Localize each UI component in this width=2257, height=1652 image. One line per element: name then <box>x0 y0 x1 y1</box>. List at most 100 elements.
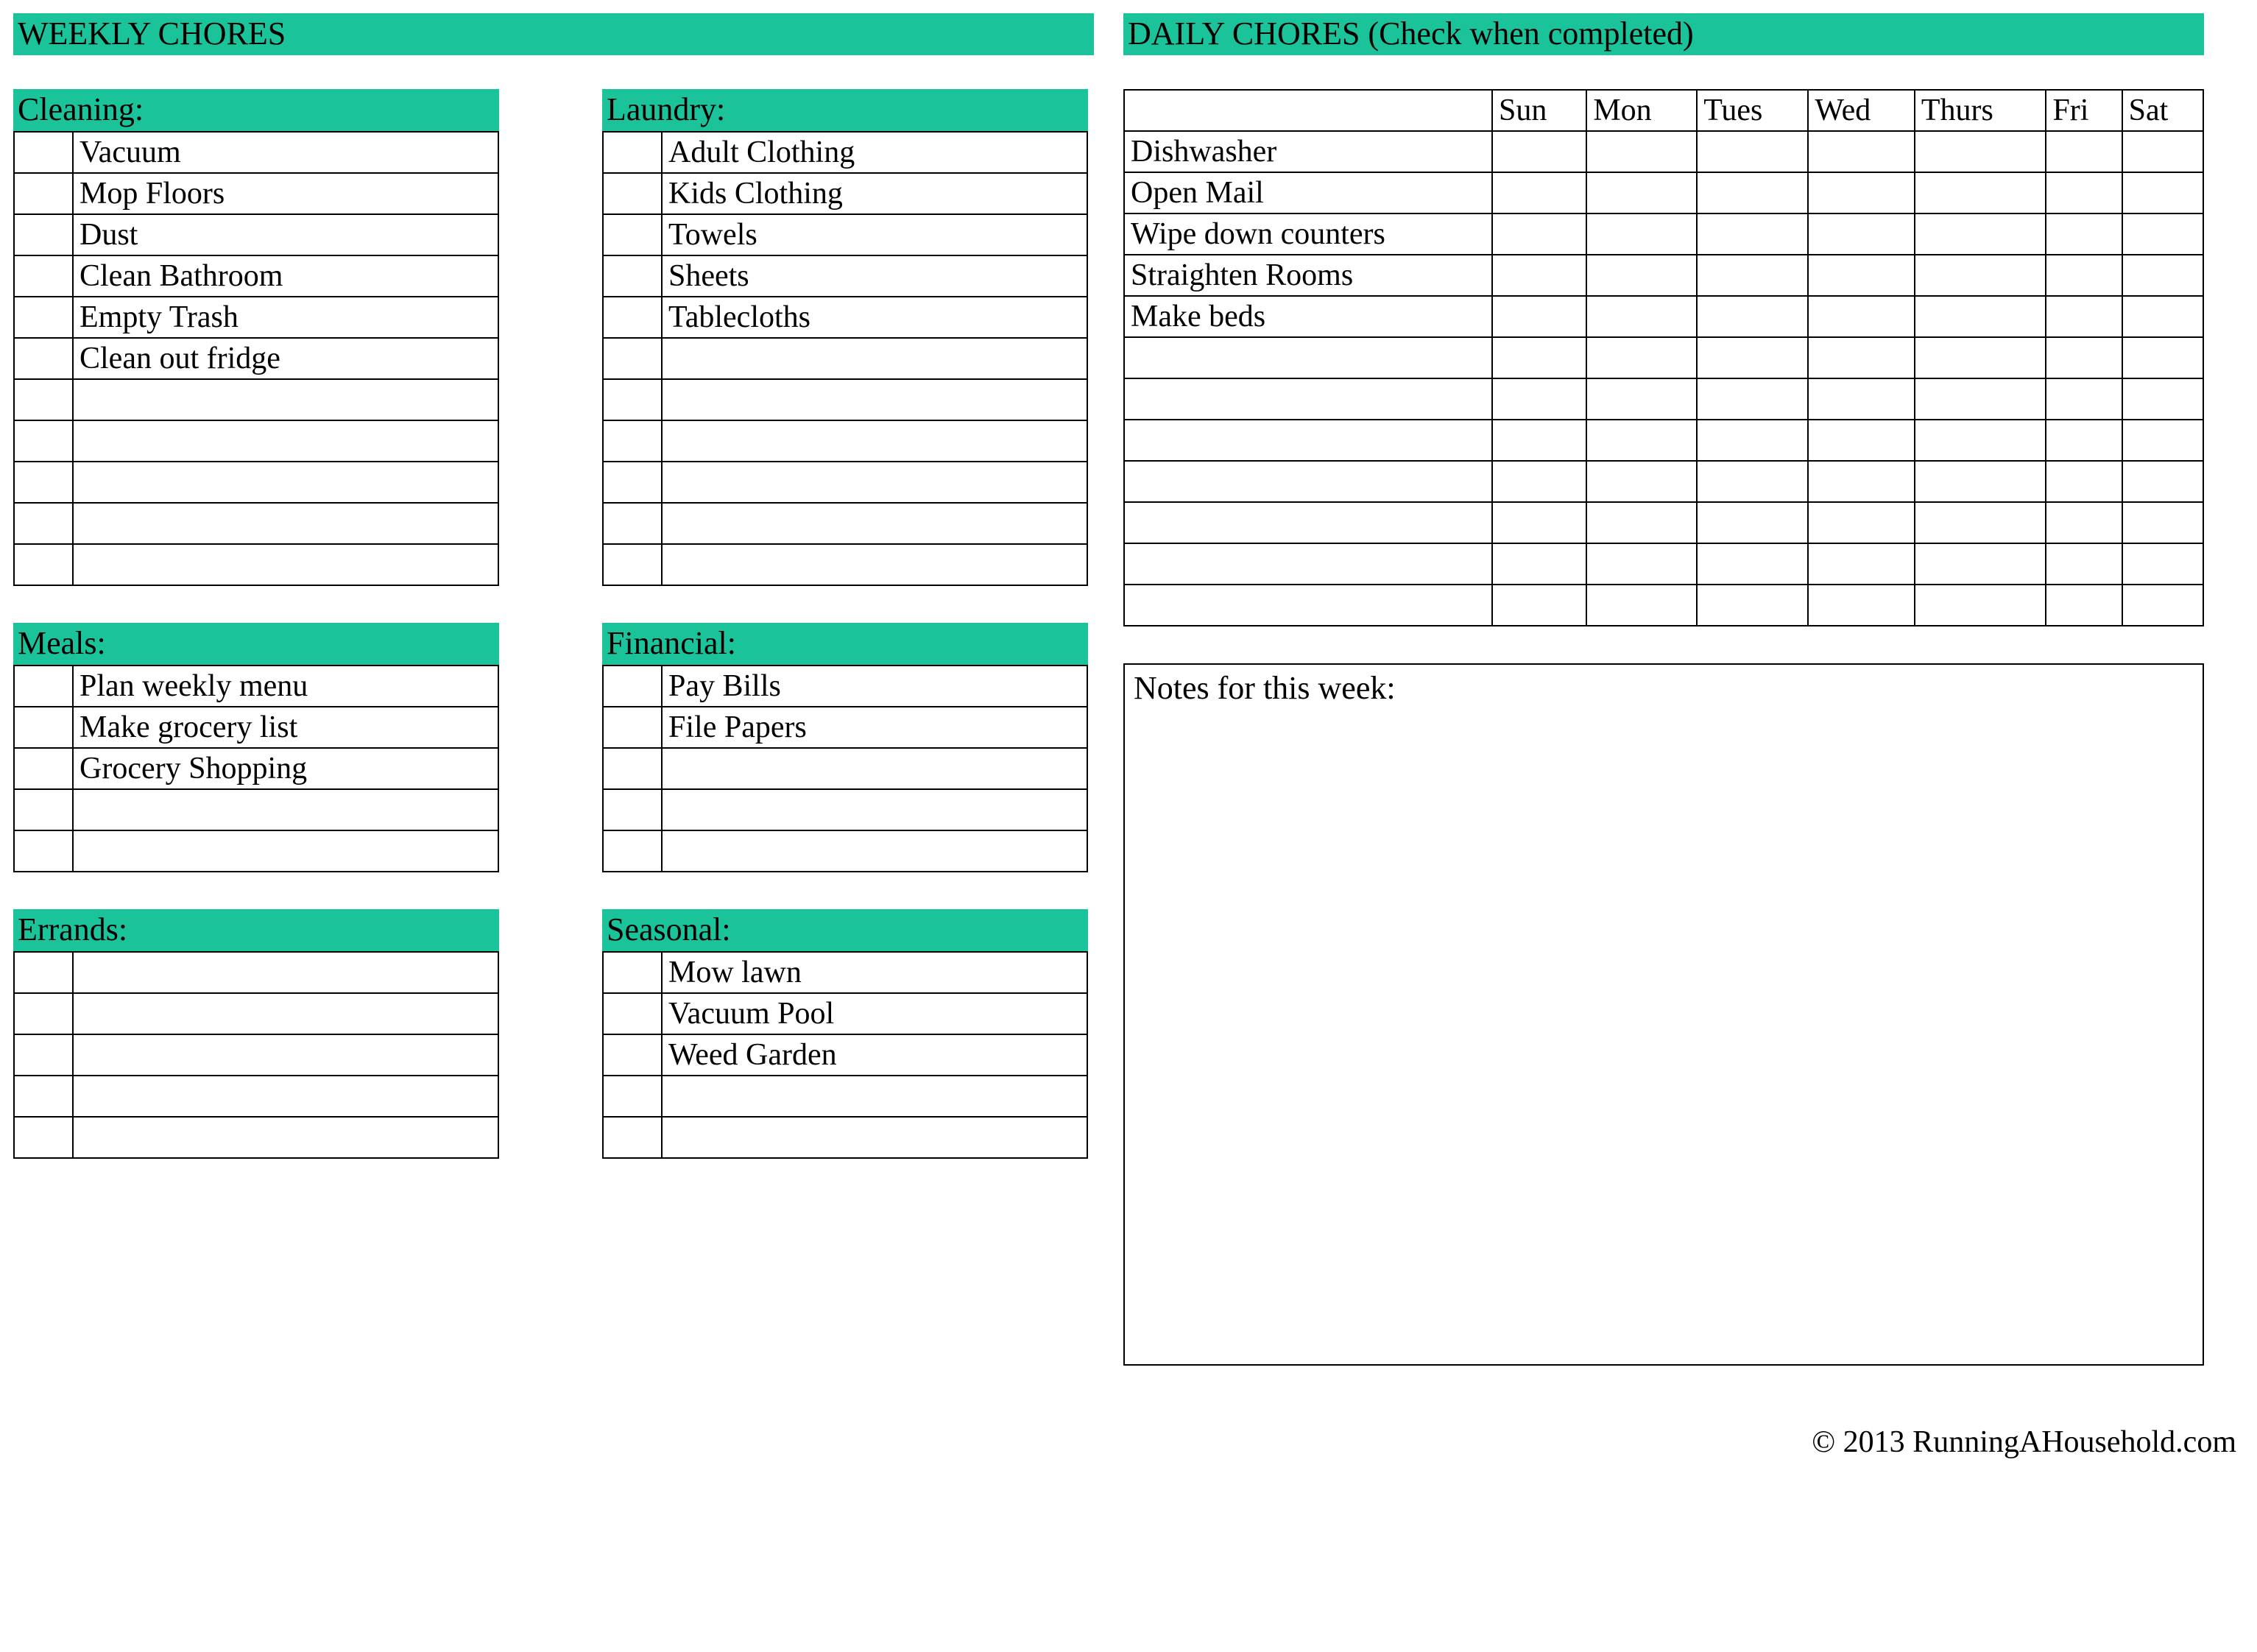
daily-checkbox-cell[interactable] <box>1492 172 1586 213</box>
daily-checkbox-cell[interactable] <box>1492 543 1586 585</box>
daily-checkbox-cell[interactable] <box>1915 420 2046 461</box>
daily-checkbox-cell[interactable] <box>2046 543 2122 585</box>
checkbox-cell[interactable] <box>14 666 73 707</box>
daily-checkbox-cell[interactable] <box>1586 461 1697 502</box>
daily-checkbox-cell[interactable] <box>1915 543 2046 585</box>
daily-checkbox-cell[interactable] <box>1808 255 1915 296</box>
daily-checkbox-cell[interactable] <box>1808 172 1915 213</box>
checkbox-cell[interactable] <box>14 255 73 297</box>
checkbox-cell[interactable] <box>603 1076 662 1117</box>
daily-checkbox-cell[interactable] <box>2122 172 2203 213</box>
daily-checkbox-cell[interactable] <box>2122 461 2203 502</box>
checkbox-cell[interactable] <box>603 789 662 830</box>
daily-checkbox-cell[interactable] <box>2046 337 2122 378</box>
checkbox-cell[interactable] <box>603 132 662 173</box>
daily-checkbox-cell[interactable] <box>1697 585 1808 626</box>
daily-checkbox-cell[interactable] <box>2046 420 2122 461</box>
daily-checkbox-cell[interactable] <box>2122 296 2203 337</box>
daily-checkbox-cell[interactable] <box>2046 213 2122 255</box>
checkbox-cell[interactable] <box>603 297 662 338</box>
daily-checkbox-cell[interactable] <box>1915 296 2046 337</box>
checkbox-cell[interactable] <box>14 544 73 585</box>
checkbox-cell[interactable] <box>603 1117 662 1158</box>
checkbox-cell[interactable] <box>14 952 73 993</box>
daily-checkbox-cell[interactable] <box>1697 378 1808 420</box>
daily-checkbox-cell[interactable] <box>1492 213 1586 255</box>
checkbox-cell[interactable] <box>603 544 662 585</box>
daily-checkbox-cell[interactable] <box>1697 131 1808 172</box>
checkbox-cell[interactable] <box>603 830 662 872</box>
daily-checkbox-cell[interactable] <box>1915 213 2046 255</box>
daily-checkbox-cell[interactable] <box>2046 255 2122 296</box>
checkbox-cell[interactable] <box>14 338 73 379</box>
checkbox-cell[interactable] <box>14 173 73 214</box>
daily-checkbox-cell[interactable] <box>1492 461 1586 502</box>
daily-checkbox-cell[interactable] <box>2046 585 2122 626</box>
daily-checkbox-cell[interactable] <box>1586 420 1697 461</box>
daily-checkbox-cell[interactable] <box>2122 420 2203 461</box>
daily-checkbox-cell[interactable] <box>2046 502 2122 543</box>
daily-checkbox-cell[interactable] <box>1808 420 1915 461</box>
checkbox-cell[interactable] <box>14 214 73 255</box>
daily-checkbox-cell[interactable] <box>1492 255 1586 296</box>
daily-checkbox-cell[interactable] <box>2122 543 2203 585</box>
daily-checkbox-cell[interactable] <box>1697 172 1808 213</box>
checkbox-cell[interactable] <box>14 707 73 748</box>
checkbox-cell[interactable] <box>603 666 662 707</box>
daily-checkbox-cell[interactable] <box>1808 543 1915 585</box>
daily-checkbox-cell[interactable] <box>2046 461 2122 502</box>
daily-checkbox-cell[interactable] <box>1697 420 1808 461</box>
daily-checkbox-cell[interactable] <box>2122 213 2203 255</box>
checkbox-cell[interactable] <box>14 420 73 462</box>
daily-checkbox-cell[interactable] <box>2122 255 2203 296</box>
daily-checkbox-cell[interactable] <box>1808 502 1915 543</box>
checkbox-cell[interactable] <box>14 748 73 789</box>
daily-checkbox-cell[interactable] <box>1915 255 2046 296</box>
daily-checkbox-cell[interactable] <box>2122 585 2203 626</box>
checkbox-cell[interactable] <box>603 503 662 544</box>
checkbox-cell[interactable] <box>603 173 662 214</box>
daily-checkbox-cell[interactable] <box>1492 585 1586 626</box>
daily-checkbox-cell[interactable] <box>2122 502 2203 543</box>
daily-checkbox-cell[interactable] <box>1808 585 1915 626</box>
daily-checkbox-cell[interactable] <box>2122 378 2203 420</box>
checkbox-cell[interactable] <box>14 993 73 1034</box>
daily-checkbox-cell[interactable] <box>1915 337 2046 378</box>
daily-checkbox-cell[interactable] <box>1586 337 1697 378</box>
daily-checkbox-cell[interactable] <box>1915 461 2046 502</box>
daily-checkbox-cell[interactable] <box>1492 378 1586 420</box>
daily-checkbox-cell[interactable] <box>1697 213 1808 255</box>
daily-checkbox-cell[interactable] <box>2046 296 2122 337</box>
checkbox-cell[interactable] <box>14 462 73 503</box>
daily-checkbox-cell[interactable] <box>2046 131 2122 172</box>
daily-checkbox-cell[interactable] <box>1492 420 1586 461</box>
daily-checkbox-cell[interactable] <box>2122 337 2203 378</box>
checkbox-cell[interactable] <box>14 297 73 338</box>
daily-checkbox-cell[interactable] <box>1586 296 1697 337</box>
daily-checkbox-cell[interactable] <box>1697 296 1808 337</box>
daily-checkbox-cell[interactable] <box>1808 213 1915 255</box>
daily-checkbox-cell[interactable] <box>1808 461 1915 502</box>
daily-checkbox-cell[interactable] <box>2046 172 2122 213</box>
checkbox-cell[interactable] <box>14 1076 73 1117</box>
daily-checkbox-cell[interactable] <box>1697 255 1808 296</box>
daily-checkbox-cell[interactable] <box>1586 172 1697 213</box>
daily-checkbox-cell[interactable] <box>1492 502 1586 543</box>
checkbox-cell[interactable] <box>603 952 662 993</box>
checkbox-cell[interactable] <box>14 132 73 173</box>
daily-checkbox-cell[interactable] <box>1586 378 1697 420</box>
daily-checkbox-cell[interactable] <box>1808 337 1915 378</box>
daily-checkbox-cell[interactable] <box>1808 378 1915 420</box>
daily-checkbox-cell[interactable] <box>1586 255 1697 296</box>
daily-checkbox-cell[interactable] <box>1586 213 1697 255</box>
daily-checkbox-cell[interactable] <box>1915 502 2046 543</box>
daily-checkbox-cell[interactable] <box>1697 543 1808 585</box>
daily-checkbox-cell[interactable] <box>1915 585 2046 626</box>
checkbox-cell[interactable] <box>603 214 662 255</box>
daily-checkbox-cell[interactable] <box>1586 131 1697 172</box>
daily-checkbox-cell[interactable] <box>1586 585 1697 626</box>
daily-checkbox-cell[interactable] <box>1697 461 1808 502</box>
daily-checkbox-cell[interactable] <box>2046 378 2122 420</box>
notes-box[interactable]: Notes for this week: <box>1123 663 2204 1366</box>
daily-checkbox-cell[interactable] <box>1808 131 1915 172</box>
